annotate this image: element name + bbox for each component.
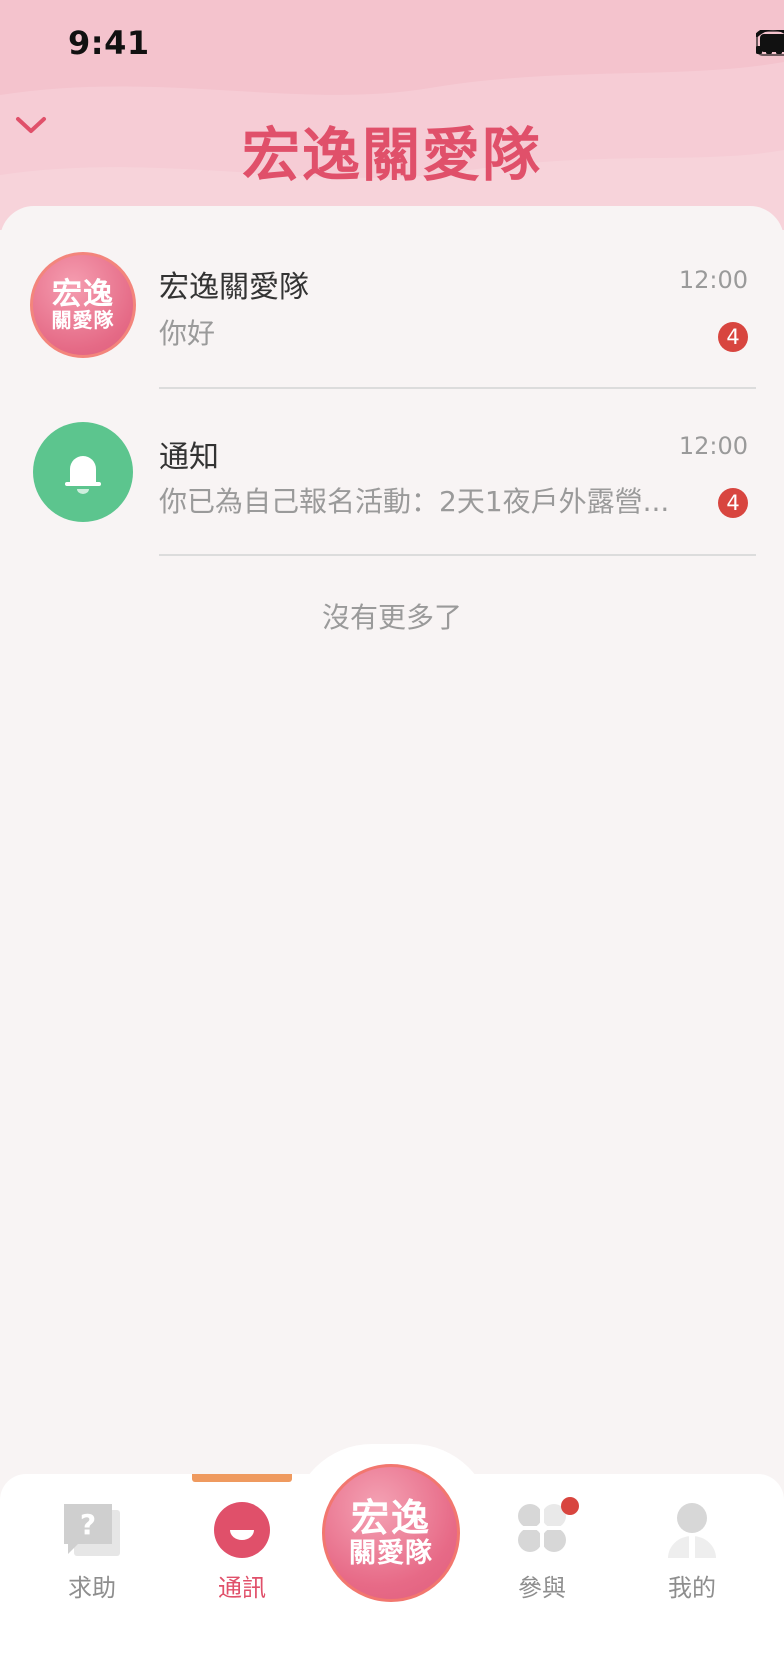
conversation-preview: 你已為自己報名活動：2天1夜戶外露營... xyxy=(159,485,670,518)
conversation-item-notifications[interactable]: 通知 12:00 你已為自己報名活動：2天1夜戶外露營... 4 xyxy=(0,406,784,566)
user-icon xyxy=(668,1503,716,1558)
help-question-icon: ? xyxy=(64,1504,120,1556)
conversation-preview: 你好 xyxy=(159,317,216,350)
tab-participate-label: 參與 xyxy=(518,1574,566,1602)
svg-text:?: ? xyxy=(80,1508,96,1541)
team-switcher[interactable]: 宏逸關愛隊 xyxy=(0,108,784,192)
tab-messages-label: 通訊 xyxy=(218,1574,266,1602)
conversation-item-team[interactable]: 宏逸 關愛隊 宏逸關愛隊 12:00 你好 4 xyxy=(0,240,784,400)
status-time: 9:41 xyxy=(68,24,150,62)
tab-mine[interactable]: 我的 xyxy=(632,1500,752,1603)
battery-icon xyxy=(756,30,784,56)
messages-screen: 9:41 宏逸關愛隊 宏逸 關愛隊 宏逸關愛隊 12:00 你好 4 通知 12… xyxy=(0,0,784,1662)
conversation-time: 12:00 xyxy=(678,266,748,294)
notification-avatar xyxy=(33,422,133,522)
conversation-time: 12:00 xyxy=(678,432,748,460)
notification-dot xyxy=(561,1497,579,1515)
divider xyxy=(159,387,756,389)
conversation-title: 通知 xyxy=(159,440,219,475)
header: 9:41 宏逸關愛隊 xyxy=(0,0,784,230)
chevron-down-icon xyxy=(16,117,46,133)
page-title: 宏逸關愛隊 xyxy=(241,121,542,189)
unread-badge: 4 xyxy=(718,322,748,352)
team-home-button[interactable]: 宏逸 關愛隊 xyxy=(322,1464,460,1602)
tab-help[interactable]: ? 求助 xyxy=(32,1500,152,1603)
chat-bubble-icon xyxy=(214,1502,270,1558)
unread-badge: 4 xyxy=(718,488,748,518)
tab-mine-label: 我的 xyxy=(668,1574,716,1602)
tab-messages[interactable]: 通訊 xyxy=(182,1500,302,1603)
tab-participate[interactable]: 參與 xyxy=(482,1500,602,1603)
list-end-text: 沒有更多了 xyxy=(321,601,462,634)
team-logo-avatar: 宏逸 關愛隊 xyxy=(30,252,136,358)
bell-icon xyxy=(65,456,101,494)
tab-help-label: 求助 xyxy=(68,1574,116,1602)
conversation-title: 宏逸關愛隊 xyxy=(159,270,309,305)
active-tab-indicator xyxy=(192,1474,292,1482)
divider xyxy=(159,554,756,556)
